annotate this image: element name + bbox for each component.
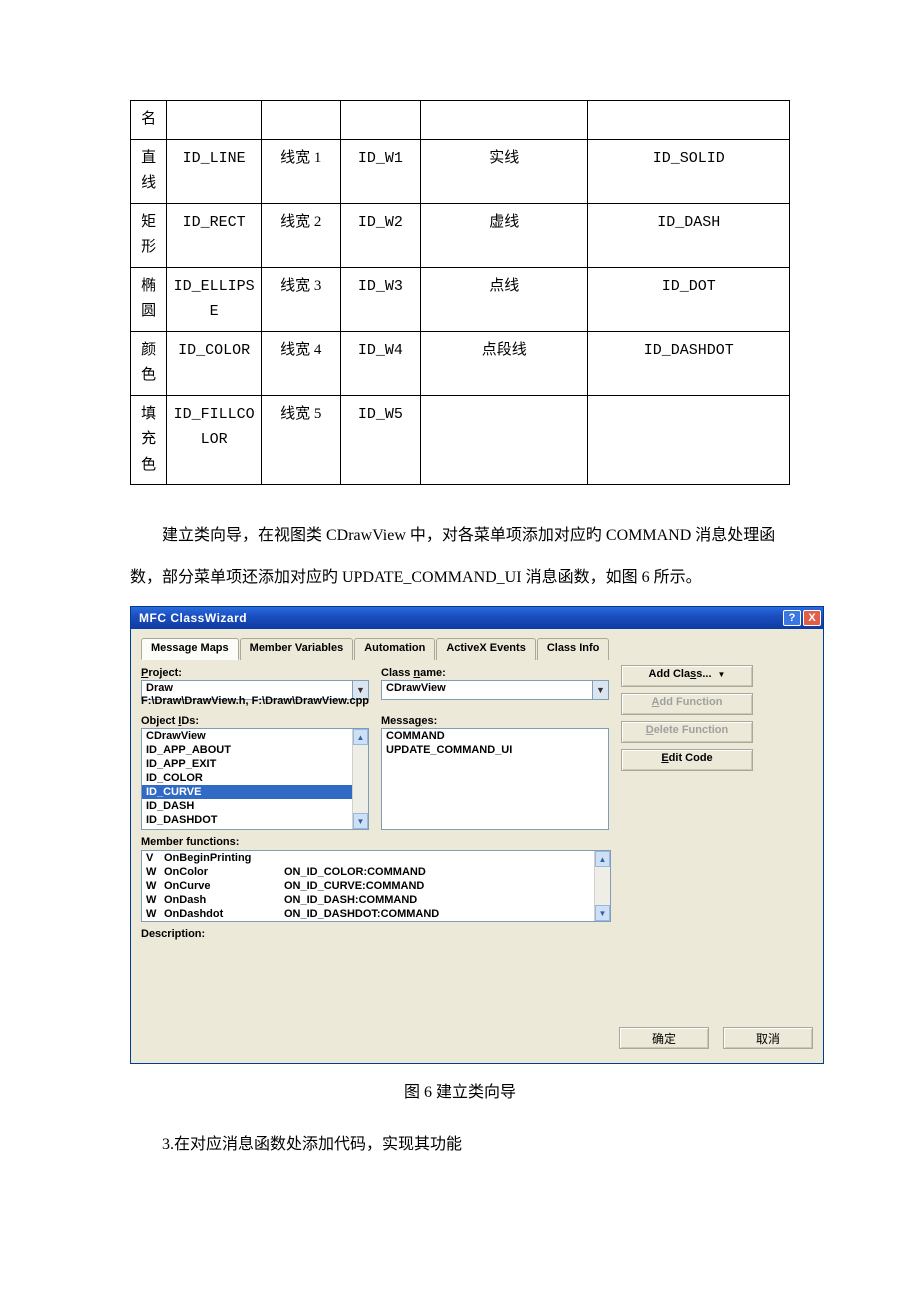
table-cell: 点线 xyxy=(421,267,588,331)
table-cell xyxy=(261,101,340,140)
table-cell: ID_W4 xyxy=(340,331,421,395)
table-cell: ID_DASH xyxy=(588,203,790,267)
list-item[interactable]: ID_DASHDOT xyxy=(142,813,368,827)
table-cell: 椭圆 xyxy=(131,267,167,331)
body-paragraph-1: 建立类向导，在视图类 CDrawView 中，对各菜单项添加对应旳 COMMAN… xyxy=(130,515,790,598)
source-path: F:\Draw\DrawView.h, F:\Draw\DrawView.cpp xyxy=(141,695,633,707)
table-cell: 线宽 4 xyxy=(261,331,340,395)
table-cell: ID_W2 xyxy=(340,203,421,267)
list-item[interactable]: COMMAND xyxy=(382,729,608,743)
member-functions-listbox[interactable]: VOnBeginPrinting WOnColorON_ID_COLOR:COM… xyxy=(141,850,611,922)
list-item[interactable]: WOnDashON_ID_DASH:COMMAND xyxy=(142,893,610,907)
table-cell: 填充色 xyxy=(131,395,167,485)
table-cell: 线宽 2 xyxy=(261,203,340,267)
list-item[interactable]: WOnColorON_ID_COLOR:COMMAND xyxy=(142,865,610,879)
table-cell xyxy=(421,395,588,485)
add-function-button[interactable]: Add Function xyxy=(621,693,753,715)
tab-strip: Message Maps Member Variables Automation… xyxy=(141,637,813,659)
table-cell: ID_LINE xyxy=(167,139,262,203)
table-cell: ID_FILLCOLOR xyxy=(167,395,262,485)
table-cell xyxy=(340,101,421,140)
table-cell: ID_DOT xyxy=(588,267,790,331)
dialog-titlebar[interactable]: MFC ClassWizard ? X xyxy=(131,607,823,629)
messages-label: Messages: xyxy=(381,715,609,727)
classname-label: Class name: xyxy=(381,667,609,679)
table-cell: 点段线 xyxy=(421,331,588,395)
messages-listbox[interactable]: COMMAND UPDATE_COMMAND_UI xyxy=(381,728,609,830)
body-paragraph-2: 3.在对应消息函数处添加代码，实现其功能 xyxy=(130,1124,790,1166)
project-label: Project: xyxy=(141,667,369,679)
table-cell: ID_ELLIPSE xyxy=(167,267,262,331)
tab-member-variables[interactable]: Member Variables xyxy=(240,638,354,660)
scroll-up-icon[interactable]: ▲ xyxy=(353,729,368,745)
table-cell: 线宽 1 xyxy=(261,139,340,203)
object-ids-listbox[interactable]: CDrawView ID_APP_ABOUT ID_APP_EXIT ID_CO… xyxy=(141,728,369,830)
table-cell: ID_W3 xyxy=(340,267,421,331)
figure-caption: 图 6 建立类向导 xyxy=(130,1078,790,1102)
scroll-up-icon[interactable]: ▲ xyxy=(595,851,610,867)
memberfuncs-label: Member functions: xyxy=(141,836,633,848)
edit-code-button[interactable]: Edit Code xyxy=(621,749,753,771)
add-class-button[interactable]: Add Class...▼ xyxy=(621,665,753,687)
table-cell: 名 xyxy=(131,101,167,140)
tab-automation[interactable]: Automation xyxy=(354,638,435,660)
ok-button[interactable]: 确定 xyxy=(619,1027,709,1049)
list-item[interactable]: ID_COLOR xyxy=(142,771,368,785)
list-item[interactable]: ID_CURVE xyxy=(142,785,368,799)
dialog-title: MFC ClassWizard xyxy=(139,611,781,625)
table-cell xyxy=(167,101,262,140)
list-item[interactable]: WOnCurveON_ID_CURVE:COMMAND xyxy=(142,879,610,893)
table-cell: ID_DASHDOT xyxy=(588,331,790,395)
list-item[interactable]: ID_APP_ABOUT xyxy=(142,743,368,757)
list-item[interactable]: VOnBeginPrinting xyxy=(142,851,610,865)
scroll-down-icon[interactable]: ▼ xyxy=(353,813,368,829)
close-icon[interactable]: X xyxy=(803,610,821,626)
scroll-track[interactable] xyxy=(595,867,610,905)
tab-activex-events[interactable]: ActiveX Events xyxy=(436,638,535,660)
delete-function-button[interactable]: Delete Function xyxy=(621,721,753,743)
help-icon[interactable]: ? xyxy=(783,610,801,626)
table-cell: ID_W1 xyxy=(340,139,421,203)
table-cell: 颜色 xyxy=(131,331,167,395)
classwizard-dialog: MFC ClassWizard ? X Message Maps Member … xyxy=(130,606,824,1064)
table-cell: 实线 xyxy=(421,139,588,203)
objectids-label: Object IDs: xyxy=(141,715,369,727)
menu-id-table: 名 直线 ID_LINE 线宽 1 ID_W1 实线 ID_SOLID 矩形 I… xyxy=(130,100,790,485)
table-cell: 线宽 3 xyxy=(261,267,340,331)
table-cell: 线宽 5 xyxy=(261,395,340,485)
table-cell: 直线 xyxy=(131,139,167,203)
table-cell: ID_SOLID xyxy=(588,139,790,203)
table-cell: ID_RECT xyxy=(167,203,262,267)
table-cell xyxy=(588,395,790,485)
list-item[interactable]: WOnDashdotON_ID_DASHDOT:COMMAND xyxy=(142,907,610,921)
scroll-down-icon[interactable]: ▼ xyxy=(595,905,610,921)
cancel-button[interactable]: 取消 xyxy=(723,1027,813,1049)
table-cell: 虚线 xyxy=(421,203,588,267)
scrollbar[interactable]: ▲ ▼ xyxy=(352,729,368,829)
list-item[interactable]: CDrawView xyxy=(142,729,368,743)
tab-message-maps[interactable]: Message Maps xyxy=(141,638,239,660)
scrollbar[interactable]: ▲ ▼ xyxy=(594,851,610,921)
description-label: Description: xyxy=(141,928,633,940)
table-cell: 矩形 xyxy=(131,203,167,267)
table-cell xyxy=(588,101,790,140)
scroll-track[interactable] xyxy=(353,745,368,813)
table-cell xyxy=(421,101,588,140)
tab-class-info[interactable]: Class Info xyxy=(537,638,610,660)
list-item[interactable]: UPDATE_COMMAND_UI xyxy=(382,743,608,757)
table-cell: ID_W5 xyxy=(340,395,421,485)
list-item[interactable]: ID_APP_EXIT xyxy=(142,757,368,771)
table-cell: ID_COLOR xyxy=(167,331,262,395)
list-item[interactable]: ID_DASH xyxy=(142,799,368,813)
